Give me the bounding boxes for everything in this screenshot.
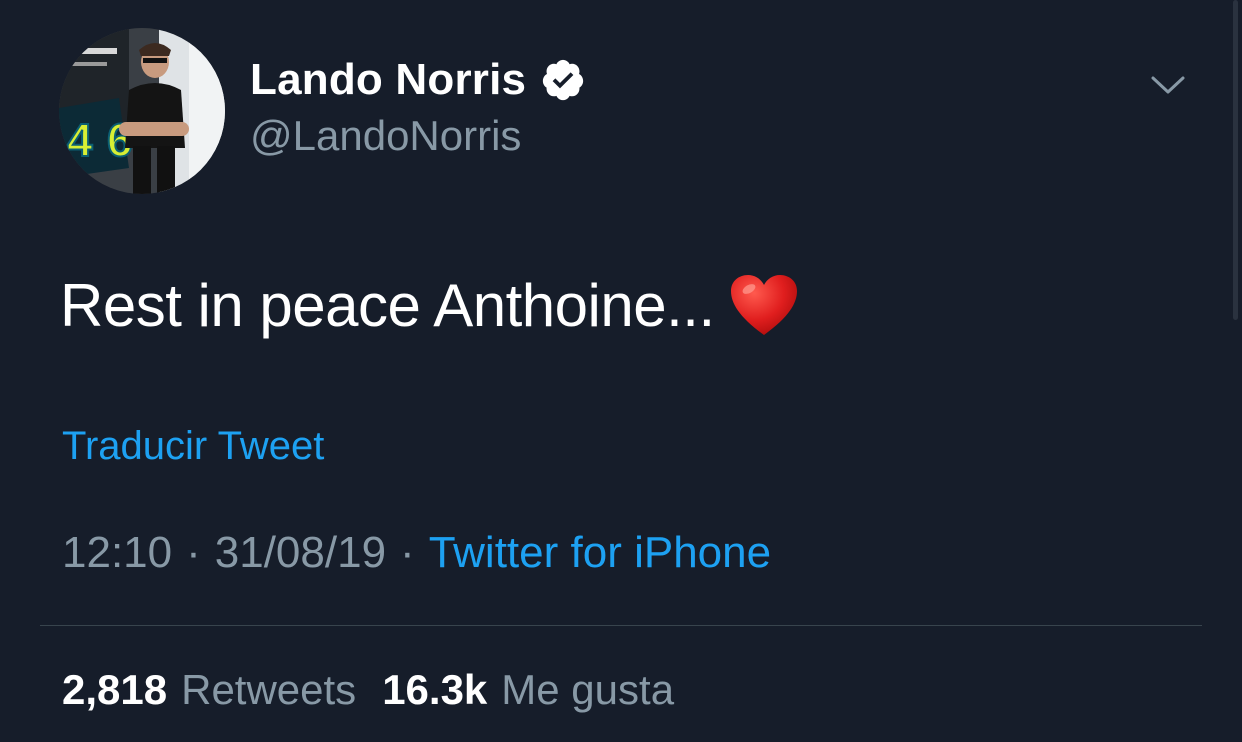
tweet-date: 31/08/19 [214, 528, 387, 577]
heart-icon [729, 273, 799, 339]
svg-text:4: 4 [67, 114, 93, 166]
tweet-time: 12:10 [62, 528, 173, 577]
retweets-stat[interactable]: 2,818 Retweets [62, 666, 356, 714]
scrollbar[interactable] [1233, 0, 1238, 320]
tweet-detail-screen: 4 6 Lando Norris @LandoNorris Rest in pe… [0, 0, 1242, 742]
tweet-text: Rest in peace Anthoine... [60, 268, 799, 344]
translate-tweet-link[interactable]: Traducir Tweet [62, 424, 324, 469]
retweets-count: 2,818 [62, 666, 168, 713]
meta-separator: · [400, 528, 415, 577]
author-handle[interactable]: @LandoNorris [250, 112, 521, 160]
author-display-name[interactable]: Lando Norris [250, 52, 586, 108]
tweet-stats: 2,818 Retweets 16.3k Me gusta [62, 666, 674, 714]
tweet-source-link[interactable]: Twitter for iPhone [429, 528, 771, 578]
avatar[interactable]: 4 6 [59, 28, 225, 194]
likes-stat[interactable]: 16.3k Me gusta [382, 666, 674, 714]
likes-count: 16.3k [382, 666, 488, 713]
tweet-metadata: 12:10 · 31/08/19 · Twitter for iPhone [62, 528, 771, 578]
divider [40, 625, 1202, 626]
display-name-text: Lando Norris [250, 55, 527, 104]
verified-badge-icon [540, 57, 586, 103]
meta-separator: · [186, 528, 201, 577]
chevron-down-icon[interactable] [1150, 70, 1186, 100]
retweets-label: Retweets [181, 666, 357, 713]
likes-label: Me gusta [501, 666, 675, 713]
tweet-text-content: Rest in peace Anthoine... [60, 272, 715, 339]
